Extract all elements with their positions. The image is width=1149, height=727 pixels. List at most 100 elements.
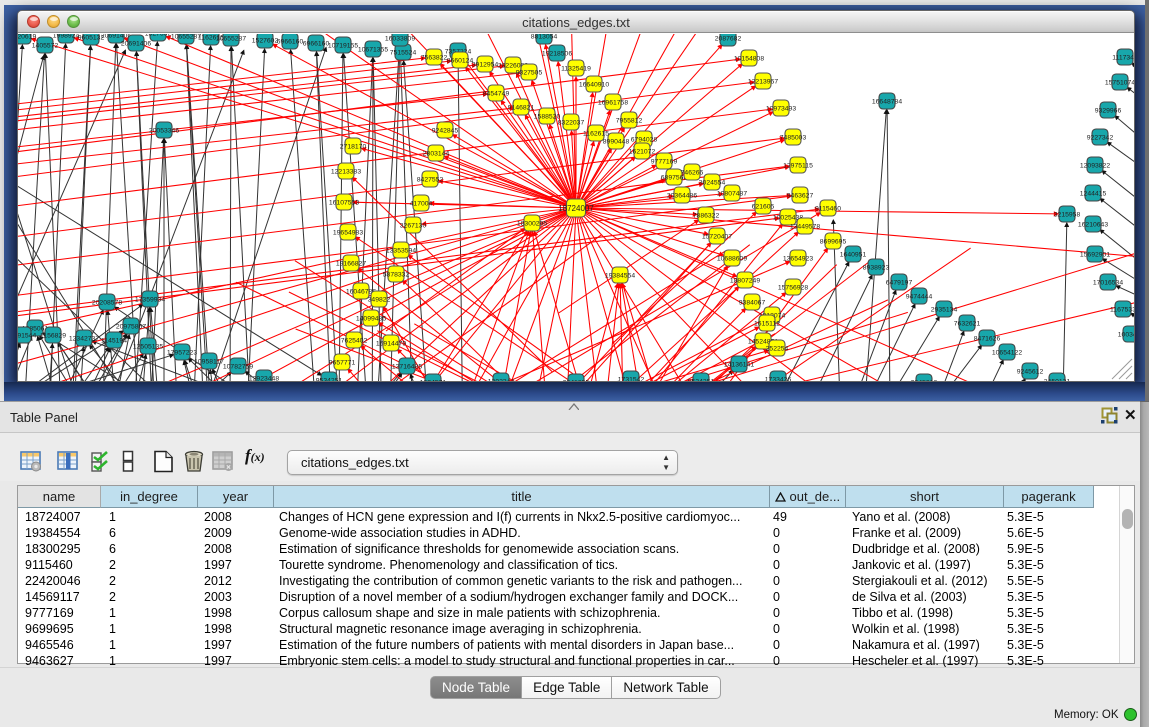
svg-text:8699695: 8699695: [820, 239, 847, 246]
svg-text:16033809: 16033809: [385, 36, 415, 43]
svg-text:349822: 349822: [368, 297, 391, 304]
svg-text:20691406: 20691406: [121, 41, 151, 48]
svg-text:7625402: 7625402: [341, 338, 368, 345]
svg-text:16914479: 16914479: [376, 341, 406, 348]
svg-text:14099485: 14099485: [356, 316, 386, 323]
svg-text:1621072: 1621072: [629, 149, 656, 156]
svg-text:7485003: 7485003: [780, 135, 807, 142]
svg-text:20364486: 20364486: [667, 193, 697, 200]
svg-text:12213967: 12213967: [748, 79, 778, 86]
svg-text:15751074: 15751074: [1105, 80, 1135, 87]
svg-text:19218506: 19218506: [542, 51, 572, 58]
svg-text:20208578: 20208578: [92, 300, 122, 307]
svg-text:17359934: 17359934: [135, 297, 165, 304]
svg-text:7632621: 7632621: [954, 321, 981, 328]
svg-text:13654923: 13654923: [783, 256, 813, 263]
svg-text:7563822: 7563822: [421, 55, 448, 62]
svg-text:7515524: 7515524: [390, 50, 417, 57]
svg-text:10973493: 10973493: [766, 106, 796, 113]
svg-text:10655287: 10655287: [216, 36, 246, 43]
svg-text:10719155: 10719155: [328, 43, 358, 50]
svg-text:1405572: 1405572: [32, 43, 59, 50]
svg-text:621605: 621605: [752, 204, 775, 211]
svg-text:20053346: 20053346: [149, 128, 179, 135]
svg-text:10807487: 10807487: [717, 191, 747, 198]
svg-text:3912954: 3912954: [472, 62, 499, 69]
svg-text:9245612: 9245612: [1017, 369, 1044, 376]
svg-text:1998924: 1998924: [53, 34, 80, 40]
svg-text:6966160: 6966160: [303, 41, 330, 48]
svg-text:10671355: 10671355: [358, 47, 388, 54]
svg-text:8454749: 8454749: [483, 91, 510, 98]
svg-text:9329966: 9329966: [1095, 108, 1122, 115]
svg-text:20975867: 20975867: [116, 324, 146, 331]
svg-text:16648784: 16648784: [872, 99, 902, 106]
svg-text:12213383: 12213383: [331, 169, 361, 176]
svg-text:20691406: 20691406: [101, 34, 131, 40]
svg-text:3267130: 3267130: [400, 223, 427, 230]
svg-text:18300295: 18300295: [517, 221, 547, 228]
svg-text:12505135: 12505135: [133, 344, 163, 351]
svg-text:2803144: 2803144: [423, 151, 450, 158]
svg-text:1156829: 1156829: [40, 333, 66, 340]
svg-text:8322037: 8322037: [558, 120, 585, 127]
svg-text:2620619: 2620619: [18, 34, 36, 41]
svg-text:9384067: 9384067: [739, 300, 766, 307]
svg-text:1527602: 1527602: [145, 34, 172, 38]
svg-text:8938923: 8938923: [863, 265, 890, 272]
svg-text:746266: 746266: [681, 170, 704, 177]
svg-text:10958117: 10958117: [194, 359, 224, 366]
svg-text:2087682: 2087682: [715, 36, 742, 43]
svg-text:5878332: 5878332: [383, 272, 410, 279]
svg-text:10655287: 10655287: [171, 34, 201, 41]
svg-text:10688609: 10688609: [717, 256, 747, 263]
svg-text:9777169: 9777169: [651, 159, 678, 166]
svg-text:8813054: 8813054: [531, 34, 558, 41]
svg-text:12093822: 12093822: [1080, 163, 1110, 170]
svg-text:17957223: 17957223: [167, 350, 197, 357]
svg-text:1167533: 1167533: [1110, 307, 1135, 314]
svg-text:8427552: 8427552: [417, 177, 444, 184]
svg-text:14136141: 14136141: [724, 362, 754, 369]
svg-text:252254: 252254: [766, 346, 789, 353]
svg-text:13353594: 13353594: [386, 248, 416, 255]
svg-text:18807249: 18807249: [730, 278, 760, 285]
svg-text:18724007: 18724007: [558, 204, 594, 213]
svg-text:1640951: 1640951: [840, 252, 867, 259]
svg-text:9146821: 9146821: [508, 105, 535, 112]
svg-text:1003451: 1003451: [1118, 332, 1135, 339]
svg-text:9474444: 9474444: [906, 294, 933, 301]
svg-text:16210643: 16210643: [1078, 222, 1108, 229]
svg-text:19384554: 19384554: [605, 273, 635, 280]
svg-text:9227342: 9227342: [1087, 135, 1114, 142]
svg-text:16107553: 16107553: [329, 200, 359, 207]
svg-text:1527602: 1527602: [252, 38, 279, 45]
svg-text:10154808: 10154808: [734, 56, 764, 63]
svg-text:1391544: 1391544: [18, 333, 36, 340]
svg-text:1162615: 1162615: [583, 131, 609, 138]
svg-text:1588520: 1588520: [534, 114, 561, 121]
svg-text:3215958: 3215958: [1054, 212, 1081, 219]
svg-text:10782759: 10782759: [223, 364, 253, 371]
svg-text:19166827: 19166827: [336, 261, 366, 268]
svg-text:8660124: 8660124: [447, 58, 474, 65]
svg-text:16961758: 16961758: [598, 100, 628, 107]
svg-text:17016534: 17016534: [1093, 280, 1123, 287]
svg-text:13716485: 13716485: [392, 364, 422, 371]
svg-text:2718170: 2718170: [340, 144, 367, 151]
svg-text:19654983: 19654983: [333, 230, 363, 237]
svg-text:12342737: 12342737: [69, 336, 99, 343]
svg-text:9327505: 9327505: [516, 70, 543, 77]
svg-text:3024554: 3024554: [699, 180, 726, 187]
svg-text:15720407: 15720407: [702, 234, 732, 241]
svg-text:15756928: 15756928: [778, 285, 808, 292]
svg-text:1244415: 1244415: [1080, 191, 1107, 198]
svg-text:8471626: 8471626: [974, 336, 1001, 343]
svg-text:6966160: 6966160: [277, 39, 304, 46]
svg-text:1117345: 1117345: [1112, 55, 1135, 62]
svg-text:11325419: 11325419: [561, 66, 591, 73]
svg-text:9657771: 9657771: [329, 360, 356, 367]
svg-text:9115460: 9115460: [815, 206, 841, 213]
svg-text:12975115: 12975115: [783, 163, 813, 170]
svg-text:9242845: 9242845: [432, 128, 459, 135]
